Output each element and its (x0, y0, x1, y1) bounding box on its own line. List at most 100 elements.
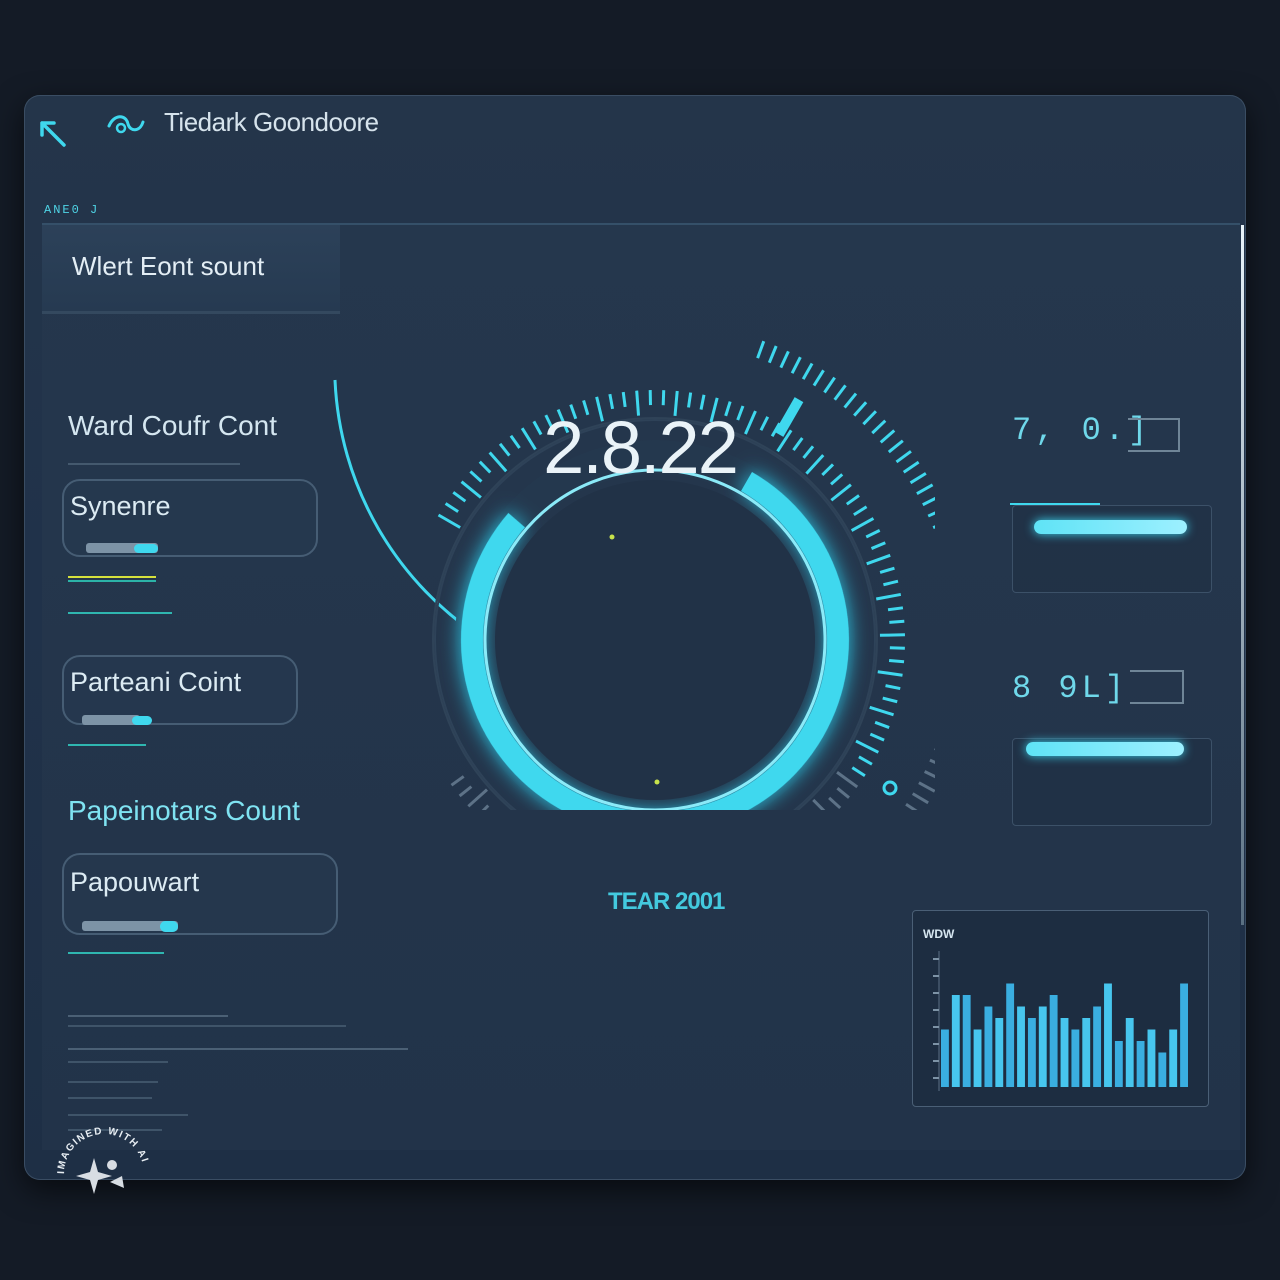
mini-bar-accent (160, 921, 178, 932)
gauge-outer-tick (756, 340, 766, 359)
slider-2[interactable] (1026, 742, 1185, 756)
chart-bar (1114, 1041, 1123, 1087)
swirl-logo-icon (107, 115, 145, 134)
gauge-outer-tick (779, 350, 790, 369)
panel-header-title: Wlert Eont sount (72, 251, 265, 281)
gauge-outer-tick (905, 803, 918, 810)
list-item-label: Papouwart (70, 867, 200, 897)
chart-bar (1049, 995, 1058, 1087)
list-item-label: Parteani Coint (70, 667, 242, 697)
gauge-tick (828, 796, 842, 810)
gauge-tick (853, 505, 868, 517)
gauge-tick (851, 766, 866, 778)
gauge-tick (888, 658, 905, 664)
chart-bar (1104, 983, 1112, 1087)
divider-teal (68, 744, 146, 746)
gauge-tick (467, 788, 489, 808)
readout-1-box (1128, 418, 1180, 452)
chart-bar (1017, 1006, 1025, 1087)
gauge-tick (882, 696, 898, 704)
readout-2: 8 9L] (1012, 670, 1129, 707)
text-line (68, 1025, 346, 1027)
chart-bar (962, 995, 971, 1087)
chart-bar (1125, 1018, 1134, 1087)
gauge-tick (875, 592, 902, 601)
gauge-tick (865, 529, 881, 539)
chart-bar (1136, 1041, 1145, 1087)
gauge-outer-tick (911, 792, 929, 805)
gauge-outer-tick (918, 781, 935, 793)
gauge-tick (883, 579, 899, 587)
watermark-text: IMAGINED WITH AI (56, 1126, 149, 1174)
chart-bar (984, 1006, 993, 1087)
gauge-tick (866, 553, 891, 566)
gauge-dot (882, 780, 898, 796)
card-accent-line (1010, 503, 1100, 505)
chart-bar (951, 995, 960, 1087)
title-bar: Tiedark Goondoore (24, 95, 1246, 155)
gauge-tick (879, 566, 895, 574)
chart-bar (941, 1029, 949, 1087)
gauge-outer-tick (823, 376, 836, 394)
gauge-dot (654, 779, 660, 785)
gauge-tick (661, 390, 666, 406)
chart-bar (1093, 1006, 1102, 1087)
bar-chart (933, 951, 1188, 1091)
gauge-tick (879, 633, 905, 637)
chart-bar (1158, 1052, 1167, 1087)
text-line (68, 1061, 168, 1063)
gauge-outer-tick (932, 525, 935, 530)
gauge-outer-tick (812, 369, 825, 387)
gauge-tick (437, 513, 461, 529)
chart-bar (1082, 1018, 1091, 1087)
gauge-outer-tick (790, 356, 802, 374)
readout-2-box (1130, 670, 1184, 704)
gauge-tick (870, 541, 886, 550)
chart-bar (995, 1018, 1004, 1087)
chart-bar (1038, 1006, 1047, 1087)
gauge-tick (836, 787, 850, 799)
chart-bar (1006, 983, 1015, 1087)
sparkle-shape-icon (110, 1176, 124, 1188)
mini-bar-accent (132, 716, 152, 725)
text-line (68, 1015, 228, 1017)
gauge-tick (874, 720, 890, 729)
gauge-tick (452, 491, 467, 503)
gauge-tick (885, 684, 901, 691)
gauge-outer-tick (927, 511, 935, 518)
gauge-face (495, 480, 815, 800)
bar-chart-card: WDW (912, 910, 1209, 1107)
chart-bar (1169, 1029, 1178, 1087)
panel-edge-highlight (1241, 225, 1244, 925)
gauge-tick (855, 739, 880, 754)
chart-bar (1147, 1029, 1156, 1087)
watermark-badge: IMAGINED WITH AI (56, 1126, 149, 1194)
readout-1-card (1012, 505, 1212, 593)
gauge-tick (845, 494, 860, 506)
divider-teal (68, 612, 172, 614)
divider-yellow (68, 576, 156, 578)
gauge-outer-tick (833, 384, 847, 401)
gauge-tick (877, 670, 903, 677)
chart-bar (973, 1029, 982, 1087)
gauge-dot (609, 534, 615, 540)
gauge-sub-label: TEAR 2001 (608, 888, 725, 915)
gauge-tick (458, 785, 473, 798)
gauge-tick (850, 517, 875, 532)
text-line (68, 1114, 188, 1116)
status-tag: ANE0 J (44, 203, 100, 217)
gauge-outer-tick (922, 496, 935, 507)
mini-bar-accent (134, 544, 158, 553)
section-label-paper-count: Papeinotars Count (68, 795, 300, 826)
gauge-tick (450, 775, 465, 787)
chart-bar (1180, 983, 1188, 1087)
gauge-outer-tick (929, 758, 935, 764)
list-item-label: Synenre (70, 491, 171, 521)
panel-header: Wlert Eont sount (42, 225, 340, 314)
divider-teal (68, 580, 156, 582)
gauge-tick (889, 619, 905, 624)
slider-1[interactable] (1034, 520, 1187, 534)
text-line (68, 1097, 152, 1099)
arrow-diagonal-icon[interactable] (36, 117, 70, 151)
text-line (68, 1081, 158, 1083)
